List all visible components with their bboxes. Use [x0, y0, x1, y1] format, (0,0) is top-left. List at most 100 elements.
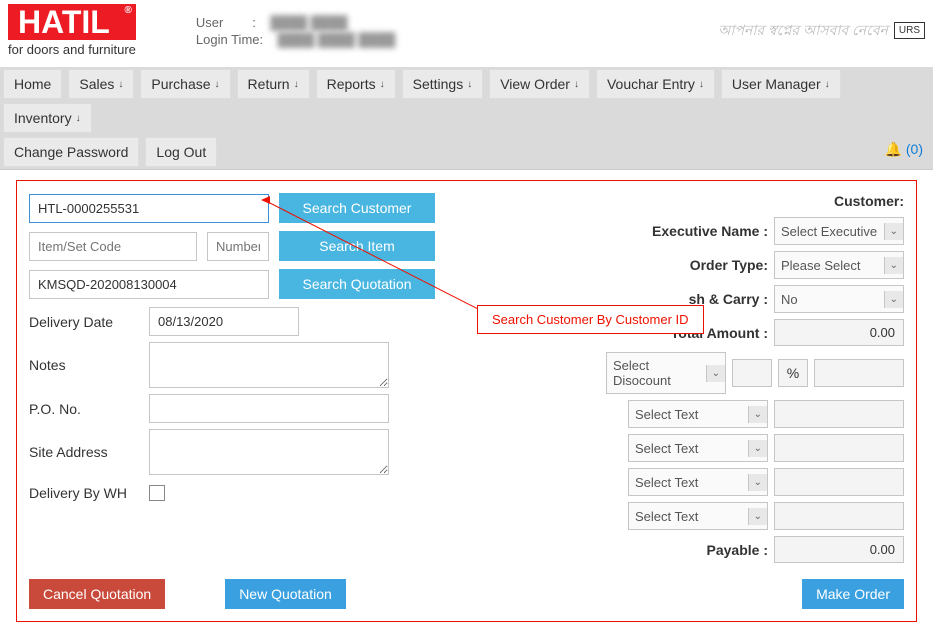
select-text-4-value: Select Text — [635, 509, 698, 524]
select-text-4[interactable]: Select Text ⌄ — [628, 502, 768, 530]
menu-chpwd-label: Change Password — [14, 144, 128, 160]
logo-text: HATIL — [18, 4, 110, 40]
menu-reports-label: Reports — [327, 76, 376, 92]
chevron-down-icon: ⌄ — [884, 291, 903, 308]
site-address-label: Site Address — [29, 440, 149, 464]
delivery-date-input[interactable] — [149, 307, 299, 336]
select-text-4-box[interactable] — [774, 502, 904, 530]
notification-count: (0) — [906, 141, 923, 157]
discount-select[interactable]: Select Disocount ⌄ — [606, 352, 726, 394]
discount-amount-box[interactable] — [732, 359, 772, 387]
logo-registered: ® — [125, 6, 132, 16]
menu-settings[interactable]: Settings↓ — [402, 69, 484, 99]
callout-box: Search Customer By Customer ID — [477, 305, 704, 334]
chevron-down-icon: ↓ — [467, 79, 472, 90]
quotation-input[interactable] — [29, 270, 269, 299]
executive-select[interactable]: Select Executive⌄ — [774, 217, 904, 245]
menu-reports[interactable]: Reports ↓ — [316, 69, 396, 99]
user-label: User — [196, 15, 223, 30]
item-number-input[interactable] — [207, 232, 269, 261]
logo: HATIL ® for doors and furniture — [8, 4, 136, 57]
user-value-blur: ████ ████ — [270, 15, 347, 30]
menu-vouchar[interactable]: Vouchar Entry ↓ — [596, 69, 715, 99]
site-address-textarea[interactable] — [149, 429, 389, 475]
user-info: User : ████ ████ Login Time: ████ ████ █… — [196, 13, 395, 49]
menu-return[interactable]: Return ↓ — [237, 69, 310, 99]
menu-settings-label: Settings — [413, 76, 464, 92]
chevron-down-icon: ↓ — [76, 113, 81, 124]
chevron-down-icon: ↓ — [699, 79, 704, 90]
customer-id-input[interactable] — [29, 194, 269, 223]
chevron-down-icon: ⌄ — [748, 440, 767, 457]
select-text-3[interactable]: Select Text ⌄ — [628, 468, 768, 496]
make-order-button[interactable]: Make Order — [802, 579, 904, 609]
po-input[interactable] — [149, 394, 389, 423]
item-code-input[interactable] — [29, 232, 197, 261]
menu-view-order[interactable]: View Order ↓ — [489, 69, 590, 99]
logo-tagline: for doors and furniture — [8, 42, 136, 57]
login-time-blur: ████ ████ ████ — [278, 32, 396, 47]
delivery-date-label: Delivery Date — [29, 310, 149, 334]
search-quotation-button[interactable]: Search Quotation — [279, 269, 435, 299]
chevron-down-icon: ↓ — [574, 79, 579, 90]
select-text-3-box[interactable] — [774, 468, 904, 496]
chevron-down-icon: ⌄ — [884, 257, 903, 274]
notification-bell[interactable]: 🔔 (0) — [875, 135, 933, 169]
chevron-down-icon: ↓ — [215, 79, 220, 90]
sep: : — [252, 15, 256, 30]
page-header: HATIL ® for doors and furniture User : █… — [0, 0, 933, 61]
order-type-select[interactable]: Please Select ⌄ — [774, 251, 904, 279]
chevron-down-icon: ↓ — [380, 79, 385, 90]
menu-vouchar-label: Vouchar Entry — [607, 76, 695, 92]
po-label: P.O. No. — [29, 397, 149, 421]
menu-user-manager[interactable]: User Manager ↓ — [721, 69, 841, 99]
callout-arrowhead — [261, 196, 270, 204]
bell-icon: 🔔 — [885, 141, 902, 157]
select-text-2-value: Select Text — [635, 441, 698, 456]
select-text-1-value: Select Text — [635, 407, 698, 422]
discount-value: Select Disocount — [613, 358, 700, 388]
menu-inventory[interactable]: Inventory ↓ — [3, 103, 92, 133]
executive-label: Executive Name : — [652, 223, 768, 239]
menu-logout[interactable]: Log Out — [145, 137, 217, 167]
menu-home[interactable]: Home — [3, 69, 62, 99]
payable-label: Payable : — [707, 542, 768, 558]
quotation-form: Search Customer By Customer ID Search Cu… — [16, 180, 917, 622]
login-time-label: Login Time: — [196, 32, 263, 47]
payable-value: 0.00 — [774, 536, 904, 563]
chevron-down-icon: ↓ — [825, 79, 830, 90]
select-text-2[interactable]: Select Text ⌄ — [628, 434, 768, 462]
cert-badge: URS — [894, 22, 925, 39]
cash-carry-value: No — [781, 292, 798, 307]
menu-purchase[interactable]: Purchase↓ — [140, 69, 230, 99]
delivery-wh-checkbox[interactable] — [149, 485, 165, 501]
chevron-down-icon: ⌄ — [706, 365, 725, 382]
chevron-down-icon: ↓ — [294, 79, 299, 90]
cash-carry-select[interactable]: No ⌄ — [774, 285, 904, 313]
menu-sales[interactable]: Sales ↓ — [68, 69, 134, 99]
chevron-down-icon: ⌄ — [748, 406, 767, 423]
select-text-2-box[interactable] — [774, 434, 904, 462]
menu-view-order-label: View Order — [500, 76, 570, 92]
action-row: Cancel Quotation New Quotation Make Orde… — [29, 579, 904, 609]
menu-sales-label: Sales — [79, 76, 114, 92]
notes-label: Notes — [29, 353, 149, 377]
select-text-1[interactable]: Select Text ⌄ — [628, 400, 768, 428]
select-text-1-box[interactable] — [774, 400, 904, 428]
select-text-3-value: Select Text — [635, 475, 698, 490]
menu-inventory-label: Inventory — [14, 110, 72, 126]
notes-textarea[interactable] — [149, 342, 389, 388]
chevron-down-icon: ⌄ — [748, 508, 767, 525]
main-menu: Home Sales ↓ Purchase↓ Return ↓ Reports ↓ S… — [0, 67, 933, 170]
order-type-value: Please Select — [781, 258, 861, 273]
chevron-down-icon: ⌄ — [748, 474, 767, 491]
menu-user-mgr-label: User Manager — [732, 76, 821, 92]
executive-value: Select Executive — [781, 224, 877, 239]
order-type-label: Order Type: — [690, 257, 768, 273]
new-quotation-button[interactable]: New Quotation — [225, 579, 346, 609]
chevron-down-icon: ↓ — [118, 79, 123, 90]
menu-change-password[interactable]: Change Password — [3, 137, 139, 167]
cancel-quotation-button[interactable]: Cancel Quotation — [29, 579, 165, 609]
menu-return-label: Return — [248, 76, 290, 92]
customer-label: Customer: — [469, 193, 904, 209]
